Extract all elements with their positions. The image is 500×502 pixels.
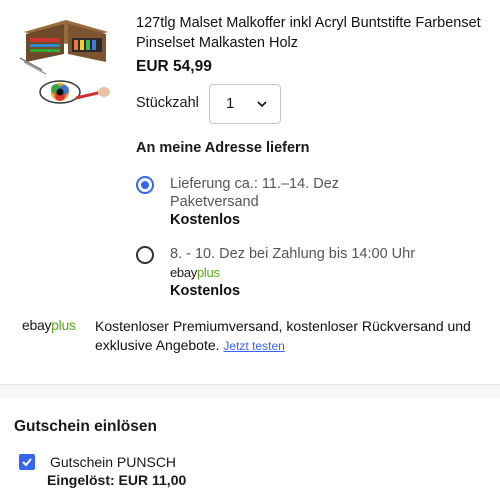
- delivery-option-standard-radio[interactable]: [136, 176, 154, 194]
- ebayplus-badge-ebay: ebay: [170, 265, 197, 280]
- chevron-down-icon: [257, 101, 267, 108]
- voucher-checkbox[interactable]: [19, 454, 35, 470]
- ebayplus-trial-link[interactable]: Jetzt testen: [223, 339, 284, 353]
- voucher-heading: Gutschein einlösen: [14, 418, 157, 435]
- voucher-redeemed-amount: Eingelöst: EUR 11,00: [47, 472, 187, 488]
- delivery-heading: An meine Adresse liefern: [136, 140, 310, 156]
- delivery-option-express-radio[interactable]: [136, 246, 154, 264]
- ebayplus-badge-plus: plus: [197, 265, 220, 280]
- ebayplus-logo: ebayplus: [22, 317, 76, 333]
- section-divider: [0, 384, 500, 398]
- delivery-option-express-cost: Kostenlos: [170, 283, 241, 299]
- ebayplus-logo-plus: plus: [51, 317, 76, 333]
- delivery-option-standard-method: Paketversand: [170, 194, 259, 210]
- product-price: EUR 54,99: [136, 58, 212, 75]
- quantity-value: 1: [226, 95, 235, 112]
- product-title[interactable]: 127tlg Malset Malkoffer inkl Acryl Bunts…: [136, 13, 486, 53]
- product-thumbnail: [16, 12, 116, 112]
- quantity-select[interactable]: 1: [209, 84, 281, 124]
- ebayplus-logo-ebay: ebay: [22, 317, 52, 333]
- voucher-name: Gutschein PUNSCH: [50, 454, 177, 470]
- delivery-option-express-date: 8. - 10. Dez bei Zahlung bis 14:00 Uhr: [170, 246, 416, 262]
- checkmark-icon: [22, 458, 32, 467]
- ebayplus-promo: Kostenloser Premiumversand, kostenloser …: [95, 317, 490, 356]
- ebayplus-badge: ebayplus: [170, 265, 220, 280]
- quantity-label: Stückzahl: [136, 95, 199, 111]
- delivery-option-standard-date: Lieferung ca.: 11.–14. Dez: [170, 176, 340, 192]
- delivery-option-standard-cost: Kostenlos: [170, 212, 241, 228]
